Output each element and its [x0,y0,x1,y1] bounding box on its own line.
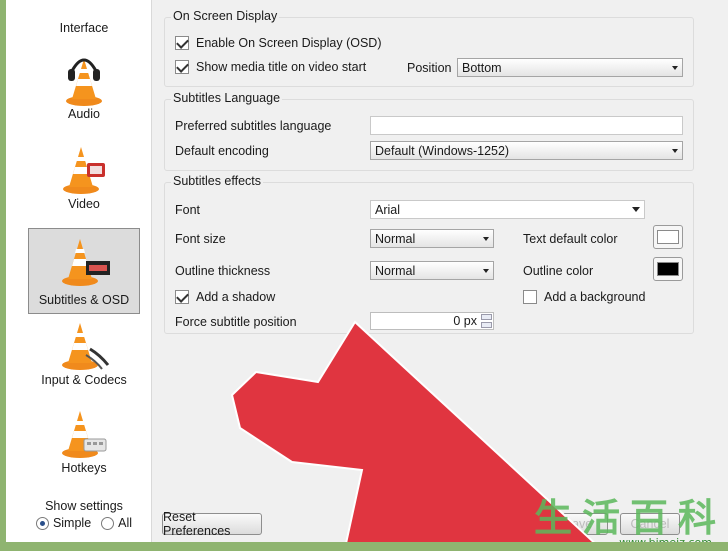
chevron-down-icon [483,268,489,273]
font-size-label: Font size [175,232,226,246]
outline-thickness-value: Normal [375,263,416,278]
chevron-down-icon [672,148,678,153]
position-select[interactable]: Bottom [457,58,683,77]
show-media-title-label: Show media title on video start [196,60,367,74]
show-title-row: Show media title on video start [175,60,366,74]
font-size-value: Normal [375,231,416,246]
category-video-label: Video [68,197,100,211]
enable-osd-checkbox[interactable] [175,36,189,50]
outline-color-button[interactable] [653,257,683,281]
preferred-language-input[interactable] [370,116,683,135]
default-encoding-value: Default (Windows-1252) [375,143,510,158]
background-row: Add a background [523,290,645,304]
reset-preferences-button[interactable]: Reset Preferences [162,510,262,538]
category-interface[interactable]: Interface [28,20,140,40]
osd-group-title: On Screen Display [171,9,280,23]
outline-thickness-label: Outline thickness [175,264,271,278]
force-position-value: 0 px [453,314,477,328]
font-select-value: Arial [375,202,401,217]
category-input-codecs-label: Input & Codecs [41,373,127,387]
text-color-swatch [657,230,679,244]
force-position-label: Force subtitle position [175,315,297,329]
all-radio[interactable] [101,516,115,530]
category-subtitles-osd-label: Subtitles & OSD [38,293,130,307]
text-color-button[interactable] [653,225,683,249]
add-background-label: Add a background [544,290,646,304]
all-radio-label: All [118,516,133,530]
category-audio[interactable]: Audio [28,50,140,128]
default-encoding-label: Default encoding [175,144,269,158]
category-interface-label: Interface [59,21,109,35]
watermark-char: 生 [533,496,572,540]
force-position-spinbox[interactable]: 0 px [370,312,494,330]
category-audio-label: Audio [68,107,100,121]
add-background-checkbox[interactable] [523,290,537,304]
simple-radio[interactable] [35,516,49,530]
input-codecs-cone-icon [62,323,110,370]
category-input-codecs[interactable]: Input & Codecs [28,318,140,394]
category-hotkeys[interactable]: Hotkeys [28,404,140,482]
font-label: Font [175,203,201,217]
spin-up-icon[interactable] [481,314,492,320]
outline-color-swatch [657,262,679,276]
show-settings-group: Show settings Simple All [28,499,140,530]
bottom-border-strip [0,542,728,551]
category-sidebar: Interface Audio Video Subtitles & OSD In… [0,0,152,551]
category-subtitles-osd[interactable]: Subtitles & OSD [28,228,140,314]
show-media-title-checkbox[interactable] [175,60,189,74]
video-cone-film-icon [63,147,105,194]
chevron-down-icon [632,207,640,212]
outline-color-label: Outline color [523,264,594,278]
watermark-char: 百 [629,496,668,540]
spin-down-icon[interactable] [481,322,492,328]
preferred-language-label: Preferred subtitles language [175,119,332,133]
osd-group: On Screen Display Enable On Screen Displ… [164,9,694,87]
position-select-value: Bottom [462,60,502,75]
chevron-down-icon [483,236,489,241]
default-encoding-select[interactable]: Default (Windows-1252) [370,141,683,160]
add-shadow-checkbox[interactable] [175,290,189,304]
category-video[interactable]: Video [28,140,140,218]
subtitles-cone-icon [62,239,110,286]
position-label: Position [407,61,452,75]
hotkeys-cone-icon [62,411,107,458]
text-color-label: Text default color [523,232,618,246]
subtitles-language-title: Subtitles Language [171,91,283,105]
show-settings-title: Show settings [45,499,123,513]
watermark-char: 活 [581,496,620,540]
subtitles-effects-group: Subtitles effects Font Arial Font size N… [164,174,694,334]
simple-radio-label: Simple [52,516,92,530]
enable-osd-label: Enable On Screen Display (OSD) [196,36,382,50]
audio-cone-headphones-icon [66,58,102,106]
chevron-down-icon [672,65,678,70]
font-select[interactable]: Arial [370,200,645,219]
font-size-select[interactable]: Normal [370,229,494,248]
category-hotkeys-label: Hotkeys [61,461,107,475]
preferences-main-panel: On Screen Display Enable On Screen Displ… [152,0,728,551]
watermark-char: 科 [677,496,716,540]
enable-osd-row: Enable On Screen Display (OSD) [175,36,382,50]
add-shadow-label: Add a shadow [196,290,276,304]
subtitles-effects-title: Subtitles effects [171,174,264,188]
shadow-row: Add a shadow [175,290,275,304]
outline-thickness-select[interactable]: Normal [370,261,494,280]
subtitles-language-group: Subtitles Language Preferred subtitles l… [164,91,694,171]
